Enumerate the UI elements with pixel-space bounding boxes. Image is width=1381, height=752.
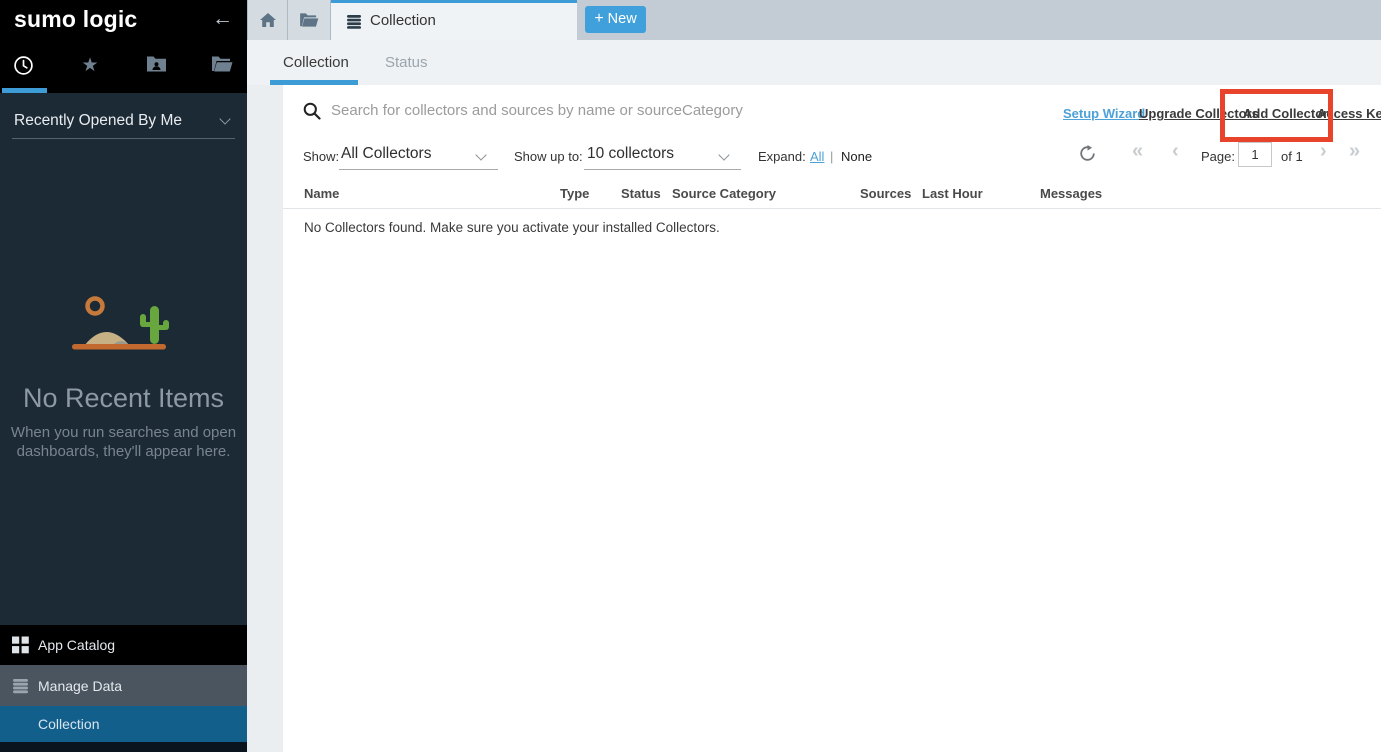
table-header-divider [283, 208, 1381, 209]
desert-cactus-illustration [66, 294, 178, 356]
collection-panel: Setup Wizard Upgrade Collectors Add Coll… [283, 85, 1381, 752]
column-header-name: Name [304, 186, 339, 201]
chevron-down-icon[interactable] [475, 149, 486, 160]
sidebar-bottom-strip [0, 742, 247, 752]
collapse-sidebar-arrow-icon[interactable]: ← [212, 7, 233, 31]
new-button[interactable]: + New [585, 6, 646, 33]
chevron-down-icon[interactable] [718, 149, 729, 160]
sidebar-item-app-catalog[interactable]: App Catalog [0, 625, 247, 665]
library-open-folder-icon[interactable] [211, 55, 233, 77]
sumo-logic-logo: sumo logic [14, 6, 137, 33]
column-header-type: Type [560, 186, 589, 201]
expand-label: Expand: [758, 149, 806, 164]
open-folder-icon [299, 12, 319, 28]
dropdown-underline [339, 169, 498, 170]
content-background: Setup Wizard Upgrade Collectors Add Coll… [247, 85, 1381, 752]
sidebar-item-label: App Catalog [38, 637, 115, 653]
subtab-bar: Collection Status [247, 40, 1381, 85]
last-page-button[interactable]: » [1349, 140, 1360, 163]
expand-none-link[interactable]: None [841, 149, 872, 164]
expand-separator: | [830, 149, 833, 164]
library-button[interactable] [288, 0, 331, 40]
setup-wizard-link[interactable]: Setup Wizard [1063, 106, 1145, 121]
chevron-down-icon [219, 113, 230, 124]
app-window: sumo logic ← ★ Recently Opened By Me [0, 0, 1381, 752]
sidebar-item-collection[interactable]: Collection [0, 706, 247, 742]
recent-filter-label: Recently Opened By Me [14, 112, 182, 130]
subtab-status[interactable]: Status [385, 54, 428, 71]
limit-filter-dropdown[interactable]: 10 collectors [587, 145, 674, 163]
previous-page-button[interactable]: ‹ [1172, 140, 1179, 163]
add-collector-link[interactable]: Add Collector [1243, 106, 1328, 121]
sidebar: sumo logic ← ★ Recently Opened By Me [0, 0, 247, 752]
search-icon [303, 102, 321, 120]
tab-collection[interactable]: Collection [331, 0, 577, 40]
empty-state-subtitle: When you run searches and open [0, 424, 247, 441]
sidebar-item-label: Collection [38, 716, 99, 732]
column-header-messages: Messages [1040, 186, 1102, 201]
column-header-status: Status [621, 186, 661, 201]
favorites-star-icon[interactable]: ★ [79, 55, 101, 77]
limit-filter-label: Show up to: [514, 149, 583, 164]
subtab-collection[interactable]: Collection [283, 54, 349, 71]
search-input[interactable] [331, 97, 891, 123]
top-tab-bar: Collection + New [247, 0, 1381, 40]
page-label: Page: [1201, 149, 1235, 164]
no-collectors-message: No Collectors found. Make sure you activ… [304, 220, 720, 235]
recent-filter-dropdown[interactable]: Recently Opened By Me [12, 105, 235, 139]
column-header-last-hour: Last Hour [922, 186, 983, 201]
app-grid-icon [12, 637, 29, 654]
tab-label: Collection [370, 12, 436, 29]
active-nav-underline [2, 88, 47, 93]
dropdown-underline [584, 169, 741, 170]
empty-state-title: No Recent Items [0, 383, 247, 414]
empty-state-subtitle: dashboards, they'll appear here. [0, 443, 247, 460]
column-header-sources: Sources [860, 186, 911, 201]
shared-content-folder-icon[interactable] [145, 55, 167, 77]
plus-icon: + [594, 10, 603, 27]
logo-bar: sumo logic ← [0, 0, 247, 40]
expand-all-link[interactable]: All [810, 149, 824, 164]
recents-clock-icon[interactable] [12, 55, 34, 77]
refresh-button[interactable] [1079, 145, 1097, 163]
sidebar-item-label: Manage Data [38, 678, 122, 694]
first-page-button[interactable]: « [1132, 140, 1143, 163]
refresh-icon [1079, 145, 1096, 162]
page-number-input[interactable] [1238, 142, 1272, 167]
home-icon [259, 13, 276, 28]
home-button[interactable] [247, 0, 288, 40]
show-filter-dropdown[interactable]: All Collectors [341, 145, 431, 163]
sidebar-icon-bar: ★ [0, 40, 247, 93]
new-button-label: New [608, 11, 637, 27]
page-of-text: of 1 [1281, 149, 1303, 164]
collection-stack-icon [346, 14, 362, 30]
next-page-button[interactable]: › [1320, 140, 1327, 163]
column-header-source-category: Source Category [672, 186, 776, 201]
sidebar-item-manage-data[interactable]: Manage Data [0, 665, 247, 706]
access-keys-link[interactable]: Access Keys [1317, 106, 1381, 121]
upgrade-collectors-link[interactable]: Upgrade Collectors [1139, 106, 1259, 121]
database-stack-icon [12, 677, 29, 694]
show-filter-label: Show: [303, 149, 339, 164]
